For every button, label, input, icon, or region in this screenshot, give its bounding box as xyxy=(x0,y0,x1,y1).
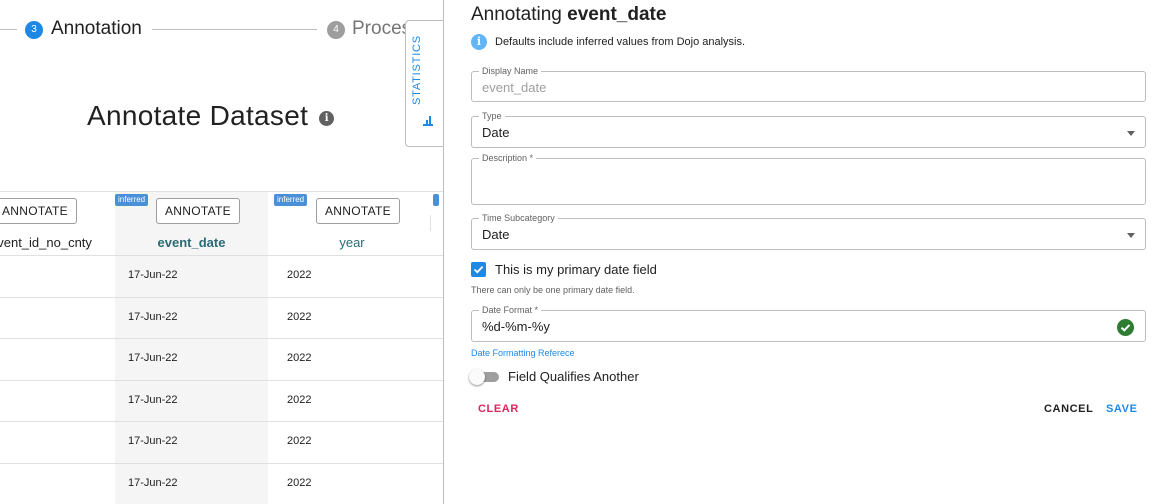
chevron-down-icon xyxy=(1127,131,1135,136)
display-name-placeholder: event_date xyxy=(482,80,547,95)
column-event-id-no-cnty: ANNOTATE event_id_no_cnty xyxy=(0,192,112,504)
description-field[interactable]: Description * xyxy=(471,152,1146,205)
table-cell: 2022 xyxy=(287,435,312,447)
hint-text: Defaults include inferred values from Do… xyxy=(495,36,746,48)
drawer-title: Annotating event_date xyxy=(471,4,666,26)
stepper-connector xyxy=(152,29,317,30)
toggle-thumb xyxy=(469,369,485,385)
table-cell: 2022 xyxy=(287,269,312,281)
clear-button[interactable]: CLEAR xyxy=(478,403,519,415)
checkmark-icon xyxy=(473,265,484,274)
date-format-field[interactable]: Date Format * %d-%m-%y xyxy=(471,304,1146,342)
info-icon: i xyxy=(471,34,487,50)
primary-date-checkbox[interactable] xyxy=(471,262,486,277)
annotate-button[interactable]: ANNOTATE xyxy=(156,198,240,224)
date-format-label: Date Format * xyxy=(479,304,542,316)
primary-date-row: This is my primary date field xyxy=(471,262,657,277)
page-title: Annotate Dataset xyxy=(87,100,309,131)
display-name-field[interactable]: Display Name event_date xyxy=(471,65,1146,102)
check-circle-icon xyxy=(1117,319,1134,336)
drawer-title-field: event_date xyxy=(567,4,667,25)
annotate-button[interactable]: ANNOTATE xyxy=(0,198,77,224)
column-header[interactable]: year xyxy=(274,235,430,250)
column-header[interactable]: event_id_no_cnty xyxy=(0,235,112,250)
date-formatting-reference-link[interactable]: Date Formatting Referece xyxy=(471,348,575,358)
type-value: Date xyxy=(482,125,510,140)
inferred-hint: i Defaults include inferred values from … xyxy=(471,34,745,50)
step-3-label: Annotation xyxy=(51,18,142,39)
field-qualifies-toggle[interactable] xyxy=(469,369,499,385)
type-label: Type xyxy=(479,110,505,122)
step-3-number: 3 xyxy=(25,21,43,39)
column-event-date: inferred ANNOTATE event_date 17-Jun-22 1… xyxy=(115,192,268,504)
column-header[interactable]: event_date xyxy=(115,235,268,250)
row-divider xyxy=(0,338,444,339)
page-header: Annotate Dataset i xyxy=(87,100,335,132)
annotate-page: 3 Annotation 4 Process Annotate Dataset … xyxy=(0,0,444,504)
row-divider xyxy=(0,421,444,422)
type-select[interactable]: Type Date xyxy=(471,110,1146,148)
statistics-tab[interactable]: STATISTICS xyxy=(405,20,445,147)
row-divider xyxy=(0,297,444,298)
inferred-badge: inferred xyxy=(274,194,308,206)
table-cell: 17-Jun-22 xyxy=(128,477,178,489)
table-cell: 2022 xyxy=(287,394,312,406)
row-divider xyxy=(0,380,444,381)
table-cell: 17-Jun-22 xyxy=(128,269,178,281)
table-cell: 17-Jun-22 xyxy=(128,435,178,447)
annotate-button[interactable]: ANNOTATE xyxy=(316,198,400,224)
save-button[interactable]: SAVE xyxy=(1106,403,1138,415)
stepper-connector xyxy=(0,29,17,30)
date-format-value: %d-%m-%y xyxy=(482,319,550,334)
row-divider xyxy=(0,463,444,464)
time-subcategory-label: Time Subcategory xyxy=(479,212,558,224)
column-year: inferred ANNOTATE year 2022 2022 2022 20… xyxy=(274,192,430,504)
table-cell: 2022 xyxy=(287,352,312,364)
statistics-tab-label: STATISTICS xyxy=(411,35,423,105)
table-cell: 2022 xyxy=(287,311,312,323)
table-cell: 17-Jun-22 xyxy=(128,352,178,364)
drawer-title-prefix: Annotating xyxy=(471,4,568,25)
table-cell: 17-Jun-22 xyxy=(128,311,178,323)
table-cell: 17-Jun-22 xyxy=(128,394,178,406)
chevron-down-icon xyxy=(1127,233,1135,238)
description-label: Description * xyxy=(479,152,537,164)
row-divider xyxy=(0,255,444,256)
inferred-badge: inferred xyxy=(115,194,149,206)
app-root: 3 Annotation 4 Process Annotate Dataset … xyxy=(0,0,1164,504)
annotation-drawer: Annotating event_date i Defaults include… xyxy=(443,0,1164,504)
primary-date-helper: There can only be one primary date field… xyxy=(471,285,635,295)
inferred-badge xyxy=(433,194,439,206)
cancel-button[interactable]: CANCEL xyxy=(1044,403,1093,415)
info-icon[interactable]: i xyxy=(319,111,335,126)
primary-date-label: This is my primary date field xyxy=(495,262,657,277)
time-subcategory-select[interactable]: Time Subcategory Date xyxy=(471,212,1146,250)
display-name-label: Display Name xyxy=(479,65,542,77)
bar-chart-icon xyxy=(423,116,433,126)
time-subcategory-value: Date xyxy=(482,227,510,242)
field-qualifies-label: Field Qualifies Another xyxy=(508,369,639,384)
column-divider xyxy=(430,215,431,231)
step-4-number: 4 xyxy=(327,21,345,39)
table-cell: 2022 xyxy=(287,477,312,489)
